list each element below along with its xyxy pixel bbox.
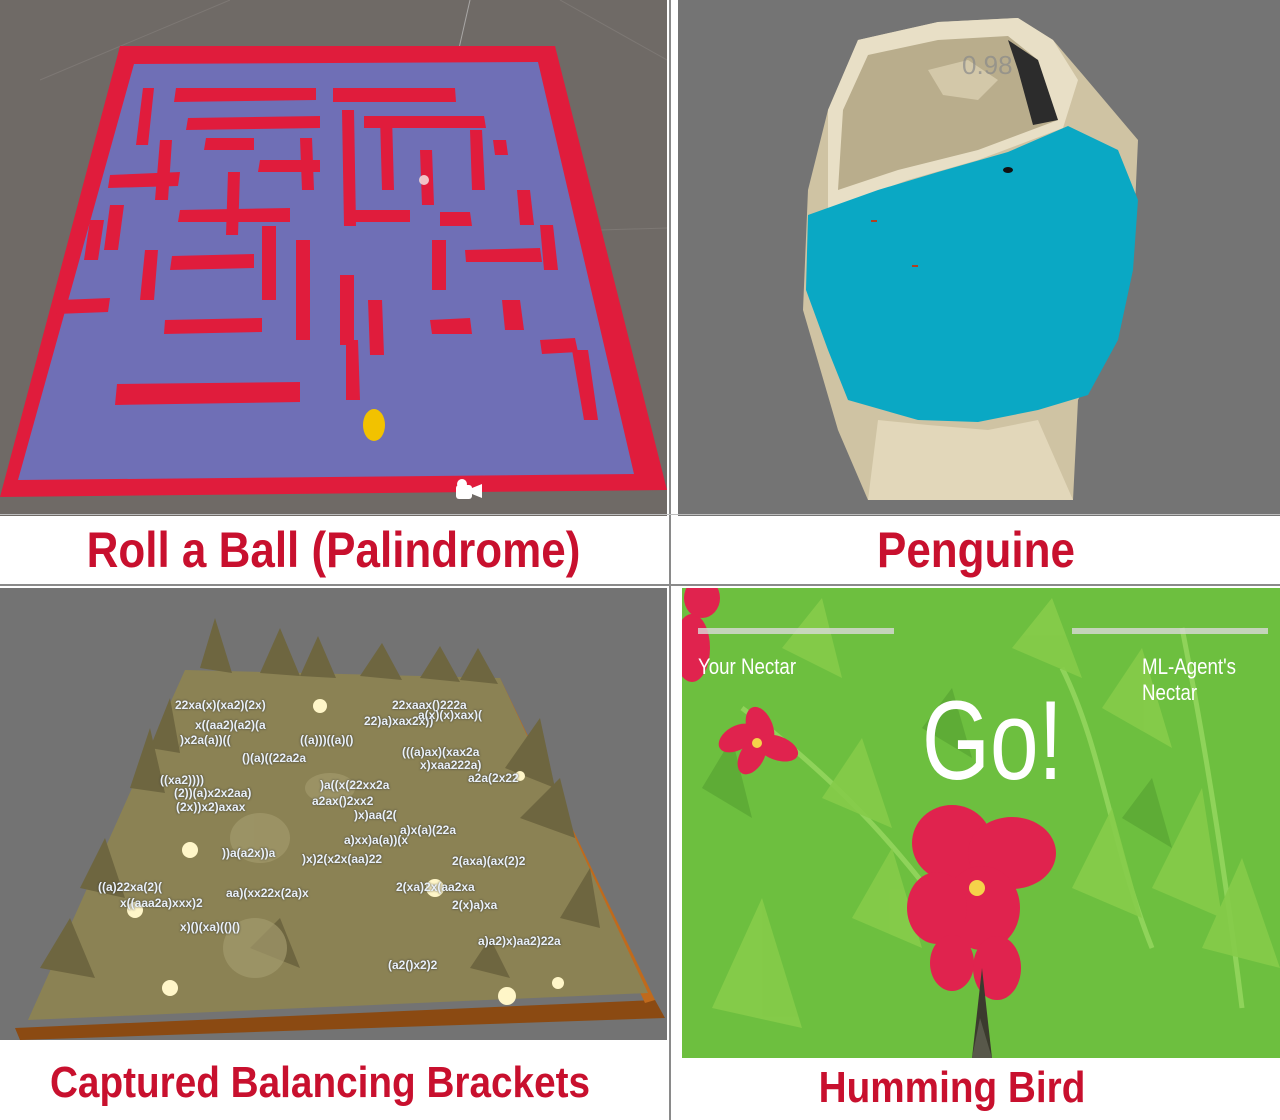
penguine-panel: 0.98 bbox=[678, 0, 1280, 516]
humming-bird-panel: Your Nectar ML-Agent's Nectar Go! bbox=[682, 588, 1280, 1058]
bracket-expression: aa)(xx22x(2a)x bbox=[226, 886, 309, 900]
vertical-divider bbox=[669, 0, 671, 1120]
brackets-scene bbox=[0, 588, 667, 1040]
bracket-expression: 2(x)a)xa bbox=[452, 898, 498, 912]
bracket-expression: a)xx)a(a))(x bbox=[344, 833, 409, 847]
bracket-expression: ((a)))((a)() bbox=[300, 733, 354, 747]
your-nectar-label: Your Nectar bbox=[698, 654, 797, 679]
roll-a-ball-panel bbox=[0, 0, 667, 516]
bracket-expression: 2(axa)(ax(2)2 bbox=[452, 854, 526, 868]
bracket-expression: x((aa2)(a2)(a bbox=[195, 718, 266, 732]
bracket-expression: (2x))x2)axax bbox=[176, 800, 246, 814]
bracket-expression: a2ax()2xx2 bbox=[312, 794, 374, 808]
bracket-expression: ))a(a2x))a bbox=[222, 846, 276, 860]
ball[interactable] bbox=[363, 409, 385, 441]
faint-counter: 0.98 bbox=[962, 50, 1013, 80]
bracket-expression: a2a(2x22 bbox=[468, 771, 519, 785]
bracket-expression: )a((x(22xx2a bbox=[320, 778, 390, 792]
bracket-expression: ()(a)((22a2a bbox=[242, 751, 307, 765]
caption-top-divider bbox=[0, 514, 1280, 515]
bracket-expression: x)xaa222a) bbox=[420, 758, 482, 772]
brackets-panel: 22xa(x)(xa2)(2x) x((aa2)(a2)(a 22xaax()2… bbox=[0, 588, 667, 1040]
bracket-expression: 2(xa)2x(aa2xa bbox=[396, 880, 475, 894]
agent-nectar-bar bbox=[1072, 628, 1268, 634]
bracket-expression: )x)aa(2( bbox=[354, 808, 397, 822]
roll-a-ball-scene bbox=[0, 0, 667, 516]
bracket-expression: 22xa(x)(xa2)(2x) bbox=[175, 698, 266, 712]
bracket-expression: (2))(a)x2x2aa) bbox=[174, 786, 252, 800]
bracket-expression: x((aaa2a)xxx)2 bbox=[120, 896, 203, 910]
penguine-scene: 0.98 bbox=[678, 0, 1280, 516]
bracket-expression: (a2()x2)2 bbox=[388, 958, 438, 972]
roll-a-ball-caption: Roll a Ball (Palindrome) bbox=[86, 522, 581, 578]
brackets-caption: Captured Balancing Brackets bbox=[49, 1058, 591, 1107]
bracket-expression: (((a)ax)(xax2a bbox=[402, 745, 480, 759]
bracket-expression: ((a)22xa(2)( bbox=[98, 880, 163, 894]
bracket-expression: a)a2)x)aa2)22a bbox=[478, 934, 561, 948]
humming-bird-caption: Humming Bird bbox=[818, 1063, 1086, 1112]
penguine-caption: Penguine bbox=[876, 522, 1076, 578]
go-banner: Go! bbox=[922, 678, 1063, 803]
bracket-expression: )x2a(a))(( bbox=[180, 733, 231, 747]
agent-nectar-label: ML-Agent's Nectar bbox=[1142, 654, 1237, 705]
horizontal-divider bbox=[0, 584, 1280, 586]
bracket-expression: ((xa2)))) bbox=[160, 773, 204, 787]
your-nectar-bar bbox=[698, 628, 894, 634]
bracket-expression: a)x(a)(22a bbox=[400, 823, 457, 837]
bracket-expression: a(x)(x)xax)( bbox=[418, 708, 483, 722]
bracket-expression: )x)2(x2x(aa)22 bbox=[302, 852, 383, 866]
bracket-expression: x)()(xa)(()() bbox=[180, 920, 240, 934]
